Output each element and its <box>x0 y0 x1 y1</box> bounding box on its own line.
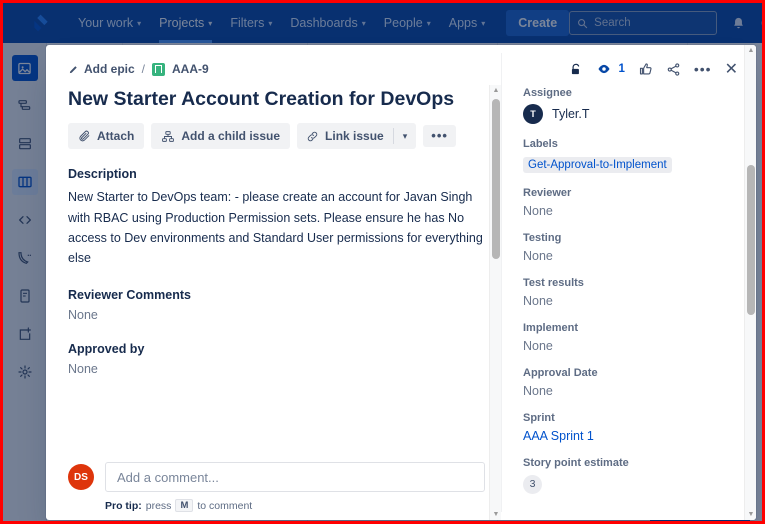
reviewer-comments-section: Reviewer Comments None <box>68 288 485 322</box>
field-label: Story point estimate <box>523 457 629 469</box>
modal-header-actions: 1 ••• ✕ <box>569 59 740 79</box>
modal-body: New Starter Account Creation for DevOps … <box>46 45 756 520</box>
page-title: New Starter Account Creation for DevOps <box>68 88 455 110</box>
field-label: Labels <box>523 138 558 150</box>
pro-tip-suffix: to comment <box>197 499 253 512</box>
sidebar-scrollbar[interactable]: ▲ ▼ <box>744 45 756 520</box>
avatar: DS <box>68 464 94 490</box>
story-point-badge[interactable]: 3 <box>523 474 542 494</box>
attach-button[interactable]: Attach <box>68 123 145 150</box>
more-actions-icon[interactable]: ••• <box>694 62 712 76</box>
add-epic-label: Add epic <box>84 62 135 76</box>
add-comment-area: DS Add a comment... Pro tip: press M to … <box>68 452 501 520</box>
field-implement: Implement None <box>523 322 756 353</box>
label-chip[interactable]: Get-Approval-to-Implement <box>523 157 672 173</box>
pencil-icon <box>69 65 77 73</box>
approved-by-section: Approved by None <box>68 342 485 376</box>
story-icon <box>152 62 166 76</box>
field-labels: Labels Get-Approval-to-Implement <box>523 138 756 173</box>
assignee-value[interactable]: T Tyler.T <box>523 104 756 124</box>
description-text[interactable]: New Starter to DevOps team: - please cre… <box>68 187 485 268</box>
approved-by-value[interactable]: None <box>68 362 485 376</box>
reviewer-comments-label: Reviewer Comments <box>68 288 191 303</box>
column-divider <box>501 53 502 512</box>
pro-tip-key: M <box>175 499 194 512</box>
screenshot-root: Your work ▾ Projects ▾ Filters ▾ Dashboa… <box>0 0 765 524</box>
description-label: Description <box>68 167 137 182</box>
field-sprint: Sprint AAA Sprint 1 <box>523 412 756 443</box>
paperclip-icon <box>79 130 90 142</box>
share-icon[interactable] <box>666 62 681 77</box>
add-epic-button[interactable]: Add epic <box>68 62 135 76</box>
comment-input[interactable]: Add a comment... <box>105 462 485 492</box>
issue-key-link[interactable]: AAA-9 <box>172 62 209 76</box>
issue-details-sidebar: Assignee T Tyler.T Labels Get-Approval-t… <box>501 45 756 520</box>
child-issue-icon <box>162 131 175 142</box>
field-label: Reviewer <box>523 187 572 199</box>
issue-action-row: Attach Add a child issue Link issue ▾ ••… <box>68 123 485 150</box>
watch-eye-icon[interactable] <box>596 62 612 76</box>
reviewer-comments-value[interactable]: None <box>68 308 485 322</box>
link-icon <box>307 131 318 142</box>
sprint-link[interactable]: AAA Sprint 1 <box>523 429 756 443</box>
pro-tip-press: press <box>145 499 172 512</box>
field-approval-date: Approval Date None <box>523 367 756 398</box>
field-testing: Testing None <box>523 232 756 263</box>
modal-header: Add epic / AAA-9 1 ••• ✕ <box>46 45 756 85</box>
main-scrollbar[interactable]: ▲ ▼ <box>489 85 501 520</box>
add-child-issue-label: Add a child issue <box>181 129 281 144</box>
scroll-down-arrow-icon[interactable]: ▼ <box>745 509 756 520</box>
field-label: Assignee <box>523 87 572 99</box>
link-issue-label: Link issue <box>325 129 384 144</box>
issue-main-column: New Starter Account Creation for DevOps … <box>46 85 501 520</box>
issue-main-scroll: New Starter Account Creation for DevOps … <box>68 85 501 452</box>
field-story-point-estimate: Story point estimate 3 <box>523 457 756 494</box>
field-value[interactable]: None <box>523 339 756 353</box>
link-issue-button[interactable]: Link issue <box>297 123 393 149</box>
close-icon[interactable]: ✕ <box>725 59 738 79</box>
link-issue-group: Link issue ▾ <box>297 123 417 150</box>
field-label: Implement <box>523 322 579 334</box>
field-label: Testing <box>523 232 562 244</box>
unlock-icon[interactable] <box>569 62 583 77</box>
comment-row: DS Add a comment... <box>68 452 485 492</box>
field-value[interactable]: None <box>523 384 756 398</box>
issue-more-actions-button[interactable]: ••• <box>423 125 456 148</box>
field-value[interactable]: None <box>523 204 756 218</box>
field-reviewer: Reviewer None <box>523 187 756 218</box>
field-test-results: Test results None <box>523 277 756 308</box>
scroll-down-arrow-icon[interactable]: ▼ <box>490 509 501 520</box>
issue-detail-modal: Add epic / AAA-9 1 ••• ✕ New Starter Acc… <box>46 45 756 520</box>
link-issue-caret-icon[interactable]: ▾ <box>394 125 417 148</box>
field-value[interactable]: None <box>523 294 756 308</box>
approved-by-label: Approved by <box>68 342 145 357</box>
main-scrollbar-thumb[interactable] <box>492 99 500 259</box>
breadcrumb-separator: / <box>141 62 146 76</box>
field-label: Approval Date <box>523 367 598 379</box>
thumbs-up-icon[interactable] <box>638 62 653 77</box>
pro-tip-hint: Pro tip: press M to comment <box>105 499 485 512</box>
description-section: Description New Starter to DevOps team: … <box>68 167 485 268</box>
field-value[interactable]: None <box>523 249 756 263</box>
field-assignee: Assignee T Tyler.T <box>523 87 756 124</box>
field-label: Sprint <box>523 412 555 424</box>
breadcrumb: Add epic / AAA-9 <box>68 62 209 76</box>
avatar: T <box>523 104 543 124</box>
pro-tip-prefix: Pro tip: <box>105 499 142 512</box>
scroll-up-arrow-icon[interactable]: ▲ <box>490 85 501 96</box>
field-label: Test results <box>523 277 584 289</box>
attach-label: Attach <box>97 129 135 144</box>
add-child-issue-button[interactable]: Add a child issue <box>151 123 291 150</box>
assignee-name: Tyler.T <box>552 107 590 121</box>
sidebar-scrollbar-thumb[interactable] <box>747 165 755 315</box>
watch-count: 1 <box>618 63 625 75</box>
